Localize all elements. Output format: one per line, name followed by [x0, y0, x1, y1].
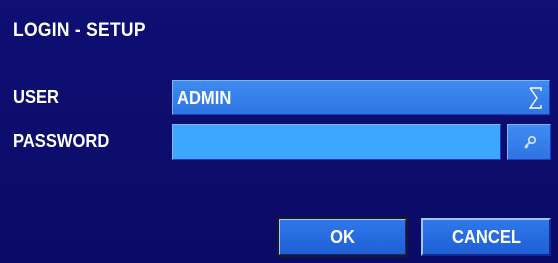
ok-button-label: OK — [330, 226, 355, 247]
dialog-title: LOGIN - SETUP — [13, 20, 146, 41]
password-input[interactable] — [172, 124, 501, 160]
user-select[interactable]: ADMIN — [172, 80, 550, 115]
dropdown-icon[interactable] — [529, 86, 543, 110]
user-label: USER — [13, 87, 60, 107]
password-keypad-button[interactable] — [507, 124, 551, 160]
ok-button[interactable]: OK — [277, 217, 408, 257]
user-value: ADMIN — [177, 88, 232, 108]
login-setup-dialog: LOGIN - SETUP USER ADMIN PASSWORD OK CAN… — [0, 0, 558, 263]
password-label: PASSWORD — [13, 131, 110, 151]
key-icon — [524, 135, 537, 149]
cancel-button[interactable]: CANCEL — [421, 218, 551, 256]
cancel-button-label: CANCEL — [451, 226, 521, 247]
